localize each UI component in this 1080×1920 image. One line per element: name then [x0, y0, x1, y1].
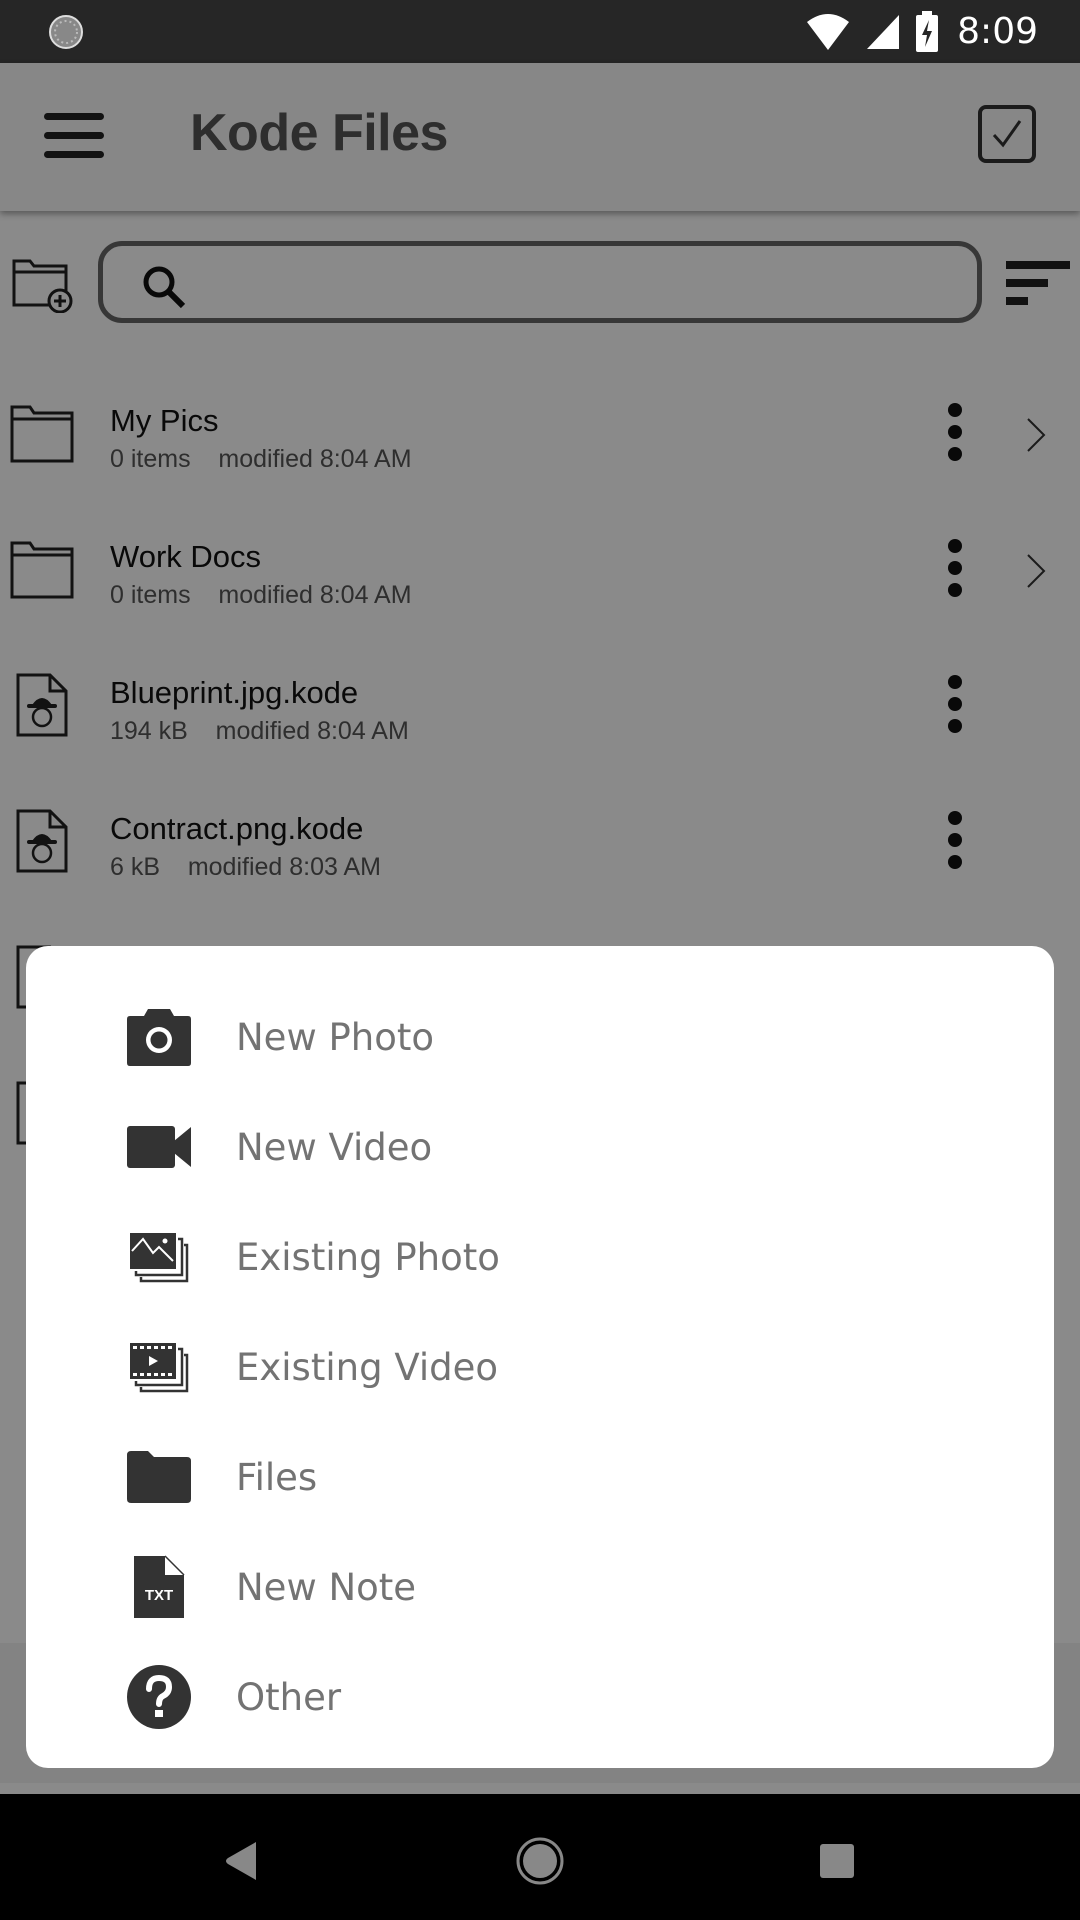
sheet-item-files[interactable]: Files [26, 1422, 1054, 1532]
system-nav-bar [0, 1794, 1080, 1920]
sheet-item-existing-photo[interactable]: Existing Photo [26, 1202, 1054, 1312]
sheet-item-label: New Note [236, 1565, 417, 1609]
videocam-icon [126, 1114, 192, 1180]
sheet-item-label: Files [236, 1455, 318, 1499]
battery-charging-icon [916, 10, 939, 52]
recents-icon[interactable] [802, 1824, 872, 1894]
sheet-item-new-photo[interactable]: New Photo [26, 982, 1054, 1092]
clock: 8:09 [957, 11, 1038, 52]
sheet-item-label: Existing Video [236, 1345, 498, 1389]
help-icon [126, 1664, 192, 1730]
sheet-item-label: New Photo [236, 1015, 435, 1059]
sheet-item-label: Existing Photo [236, 1235, 500, 1279]
home-icon[interactable] [505, 1824, 575, 1894]
txt-icon-label: TXT [145, 1587, 173, 1604]
status-bar: 8:09 [0, 0, 1080, 63]
photo-library-icon [126, 1224, 192, 1290]
sheet-item-existing-video[interactable]: Existing Video [26, 1312, 1054, 1422]
sheet-item-label: New Video [236, 1125, 433, 1169]
wifi-icon [807, 13, 850, 50]
sync-spinner-icon [49, 15, 83, 49]
folder-icon [126, 1444, 192, 1510]
cell-signal-icon [867, 14, 900, 49]
txt-file-icon: TXT [126, 1554, 192, 1620]
sheet-item-label: Other [236, 1675, 342, 1719]
sheet-item-new-note[interactable]: TXT New Note [26, 1532, 1054, 1642]
sheet-item-other[interactable]: Other [26, 1642, 1054, 1752]
video-library-icon [126, 1334, 192, 1400]
sheet-item-new-video[interactable]: New Video [26, 1092, 1054, 1202]
camera-icon [126, 1004, 192, 1070]
add-item-bottom-sheet: New Photo New Video Existing Photo Exist… [26, 946, 1054, 1768]
back-icon[interactable] [206, 1824, 276, 1894]
